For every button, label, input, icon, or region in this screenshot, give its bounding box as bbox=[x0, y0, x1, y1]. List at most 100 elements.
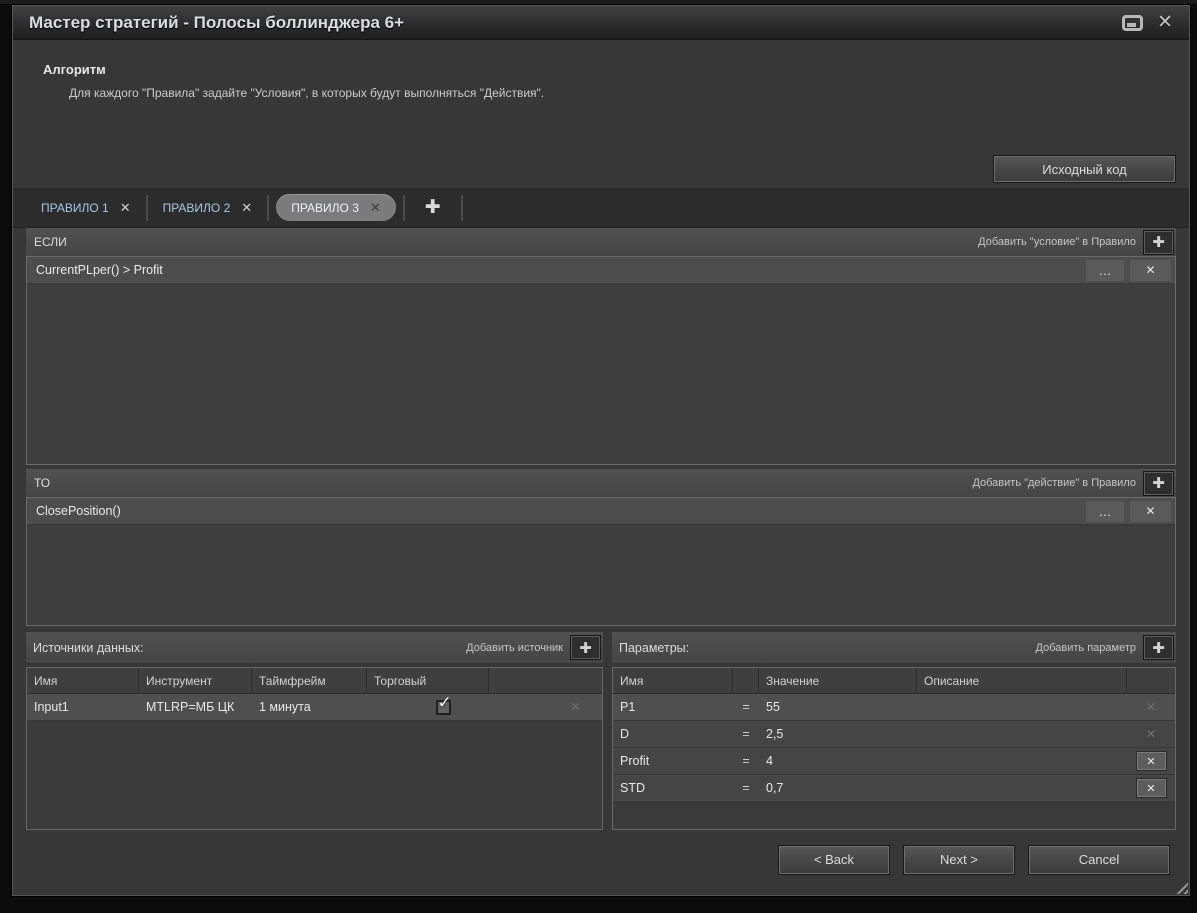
parameter-value: 0,7 bbox=[759, 775, 917, 801]
edit-condition-button[interactable]: … bbox=[1086, 260, 1124, 281]
data-sources-table: Имя Инструмент Таймфрейм Торговый Input1… bbox=[26, 667, 603, 830]
source-delete-cell: ✕ bbox=[489, 694, 602, 720]
parameter-row[interactable]: D = 2,5 ✕ bbox=[613, 721, 1175, 748]
equals-sign: = bbox=[733, 694, 759, 720]
close-icon: ✕ bbox=[1145, 263, 1155, 277]
tab-separator bbox=[461, 195, 463, 221]
ellipsis-icon: … bbox=[1099, 504, 1112, 519]
window-title: Мастер стратегий - Полосы боллинджера 6+ bbox=[29, 13, 404, 33]
condition-text: CurrentPLper() > Profit bbox=[36, 263, 163, 277]
trading-checkbox[interactable]: ✓ bbox=[436, 700, 451, 715]
next-button[interactable]: Next > bbox=[903, 845, 1015, 875]
tab-label: ПРАВИЛО 3 bbox=[291, 201, 359, 215]
delete-parameter-icon[interactable]: ✕ bbox=[1146, 727, 1156, 741]
source-instrument: MTLRP=МБ ЦК bbox=[139, 694, 252, 720]
conditions-list: CurrentPLper() > Profit … ✕ bbox=[26, 256, 1176, 465]
parameter-name: P1 bbox=[613, 694, 733, 720]
close-tab-icon[interactable]: ✕ bbox=[370, 200, 381, 216]
delete-action-button[interactable]: ✕ bbox=[1130, 501, 1171, 522]
dialog-content: Алгоритм Для каждого "Правила" задайте "… bbox=[13, 40, 1189, 895]
parameter-name: Profit bbox=[613, 748, 733, 774]
action-row-buttons: … ✕ bbox=[1086, 501, 1171, 522]
add-icon: ✚ bbox=[425, 197, 441, 218]
parameter-row[interactable]: Profit = 4 ✕ bbox=[613, 748, 1175, 775]
action-text: ClosePosition() bbox=[36, 504, 121, 518]
parameters-table-header: Имя Значение Описание bbox=[613, 668, 1175, 694]
parameter-value: 2,5 bbox=[759, 721, 917, 747]
column-header-delete bbox=[1127, 668, 1175, 693]
algorithm-description: Для каждого "Правила" задайте "Условия",… bbox=[69, 86, 1176, 100]
tab-label: ПРАВИЛО 1 bbox=[41, 201, 109, 215]
column-header-timeframe: Таймфрейм bbox=[252, 668, 367, 693]
delete-parameter-button[interactable]: ✕ bbox=[1136, 751, 1167, 771]
delete-parameter-button[interactable]: ✕ bbox=[1136, 778, 1167, 798]
bottom-panels: Источники данных: Добавить источник ✚ Им… bbox=[26, 632, 1176, 830]
parameters-title: Параметры: bbox=[619, 641, 689, 655]
close-icon: ✕ bbox=[1145, 504, 1155, 518]
add-parameter-button[interactable]: ✚ bbox=[1143, 635, 1174, 660]
algorithm-header: Алгоритм Для каждого "Правила" задайте "… bbox=[26, 40, 1176, 150]
equals-sign: = bbox=[733, 748, 759, 774]
if-section-header: ЕСЛИ Добавить "условие" в Правило ✚ bbox=[26, 228, 1176, 256]
close-icon: ✕ bbox=[1146, 755, 1155, 768]
parameter-row[interactable]: P1 = 55 ✕ bbox=[613, 694, 1175, 721]
add-icon: ✚ bbox=[579, 639, 592, 657]
add-condition-button[interactable]: ✚ bbox=[1143, 230, 1174, 255]
parameter-description bbox=[917, 721, 1127, 747]
source-trading-cell: ✓ bbox=[367, 694, 489, 720]
parameter-description bbox=[917, 694, 1127, 720]
toolbar-row: Исходный код bbox=[26, 150, 1176, 188]
close-icon: ✕ bbox=[1146, 782, 1155, 795]
delete-condition-button[interactable]: ✕ bbox=[1130, 260, 1171, 281]
add-source-label: Добавить источник bbox=[466, 642, 563, 654]
source-code-button[interactable]: Исходный код bbox=[993, 155, 1176, 183]
add-condition-label: Добавить "условие" в Правило bbox=[978, 236, 1136, 248]
source-timeframe: 1 минута bbox=[252, 694, 367, 720]
equals-sign: = bbox=[733, 721, 759, 747]
condition-row[interactable]: CurrentPLper() > Profit … ✕ bbox=[27, 257, 1175, 284]
data-sources-title: Источники данных: bbox=[33, 641, 144, 655]
tab-rule-1[interactable]: ПРАВИЛО 1 ✕ bbox=[26, 188, 146, 228]
minimize-icon[interactable] bbox=[1122, 15, 1143, 31]
wizard-footer: < Back Next > Cancel bbox=[26, 830, 1176, 895]
data-source-row[interactable]: Input1 MTLRP=МБ ЦК 1 минута ✓ ✕ bbox=[27, 694, 602, 721]
title-bar[interactable]: Мастер стратегий - Полосы боллинджера 6+… bbox=[13, 6, 1189, 40]
if-title: ЕСЛИ bbox=[34, 235, 67, 249]
equals-sign: = bbox=[733, 775, 759, 801]
ellipsis-icon: … bbox=[1099, 263, 1112, 278]
column-header-equals bbox=[733, 668, 759, 693]
back-button[interactable]: < Back bbox=[778, 845, 890, 875]
action-row[interactable]: ClosePosition() … ✕ bbox=[27, 498, 1175, 525]
column-header-instrument: Инструмент bbox=[139, 668, 252, 693]
delete-parameter-icon[interactable]: ✕ bbox=[1146, 700, 1156, 714]
column-header-trading: Торговый bbox=[367, 668, 489, 693]
delete-source-icon[interactable]: ✕ bbox=[570, 700, 580, 714]
edit-action-button[interactable]: … bbox=[1086, 501, 1124, 522]
cancel-button[interactable]: Cancel bbox=[1028, 845, 1170, 875]
add-parameter-label: Добавить параметр bbox=[1036, 642, 1136, 654]
tab-rule-2[interactable]: ПРАВИЛО 2 ✕ bbox=[148, 188, 268, 228]
column-header-name: Имя bbox=[613, 668, 733, 693]
close-tab-icon[interactable]: ✕ bbox=[120, 200, 131, 216]
parameters-table: Имя Значение Описание P1 = 55 ✕ bbox=[612, 667, 1176, 830]
data-sources-table-header: Имя Инструмент Таймфрейм Торговый bbox=[27, 668, 602, 694]
add-source-button[interactable]: ✚ bbox=[570, 635, 601, 660]
parameters-header: Параметры: Добавить параметр ✚ bbox=[612, 632, 1176, 663]
parameter-description bbox=[917, 775, 1127, 801]
parameter-value: 55 bbox=[759, 694, 917, 720]
parameter-row[interactable]: STD = 0,7 ✕ bbox=[613, 775, 1175, 802]
column-header-value: Значение bbox=[759, 668, 917, 693]
column-header-description: Описание bbox=[917, 668, 1127, 693]
parameters-panel: Параметры: Добавить параметр ✚ Имя Значе… bbox=[612, 632, 1176, 830]
add-rule-tab-button[interactable]: ✚ bbox=[405, 196, 461, 219]
parameter-value: 4 bbox=[759, 748, 917, 774]
tab-separator bbox=[267, 195, 269, 221]
close-icon[interactable]: ✕ bbox=[1157, 15, 1173, 31]
close-tab-icon[interactable]: ✕ bbox=[241, 200, 252, 216]
data-sources-panel: Источники данных: Добавить источник ✚ Им… bbox=[26, 632, 603, 830]
then-title: ТО bbox=[34, 476, 50, 490]
check-icon: ✓ bbox=[438, 693, 452, 713]
add-action-button[interactable]: ✚ bbox=[1143, 471, 1174, 496]
add-icon: ✚ bbox=[1152, 474, 1165, 492]
tab-rule-3[interactable]: ПРАВИЛО 3 ✕ bbox=[276, 194, 396, 221]
